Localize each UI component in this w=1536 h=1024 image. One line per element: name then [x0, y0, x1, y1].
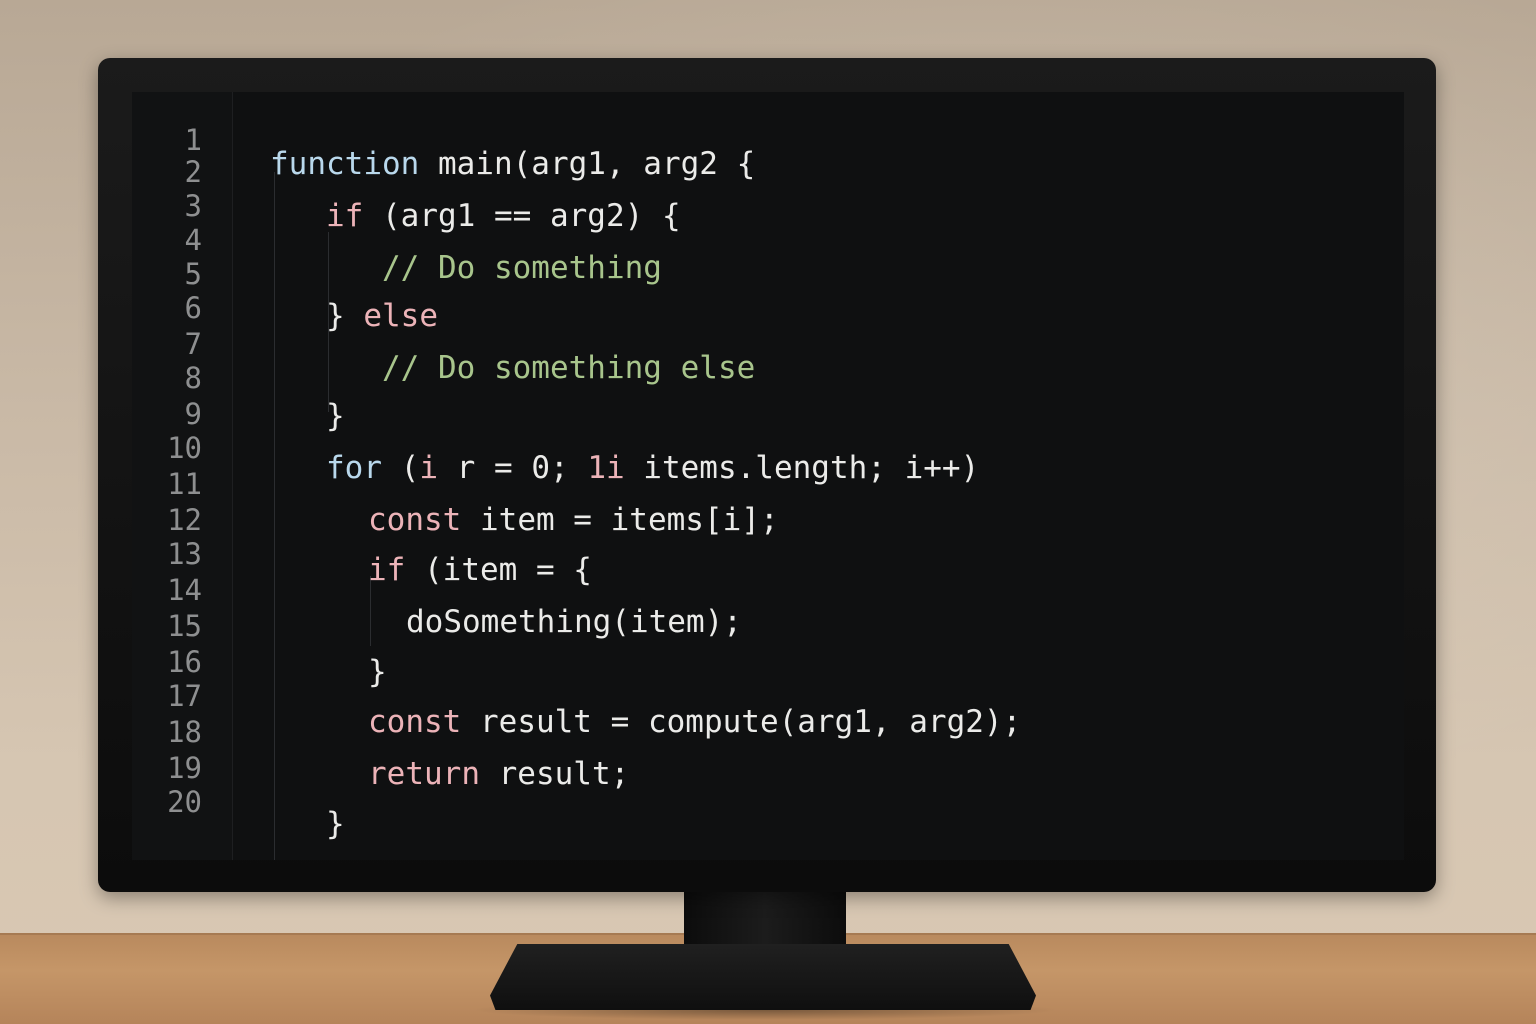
code-line[interactable]: if (arg1 == arg2) { [326, 196, 681, 236]
line-number: 6 [184, 291, 202, 325]
line-number: 12 [167, 503, 202, 537]
code-editor-screen[interactable]: 1 2 3 4 5 6 7 8 9 10 11 12 13 14 15 16 17 18 19 20 function… [132, 92, 1404, 860]
code-keyword: for [326, 450, 382, 486]
code-line[interactable]: // Do something else [382, 348, 755, 388]
code-comment: // Do something else [382, 350, 756, 386]
code-line[interactable]: } else [326, 296, 438, 336]
line-number: 8 [184, 361, 202, 395]
code-keyword: if [368, 552, 406, 588]
line-number: 2 [184, 155, 202, 189]
line-number: 17 [167, 679, 202, 713]
code-text: result = compute(arg1, arg2); [461, 704, 1022, 740]
line-number: 7 [184, 327, 202, 361]
line-number: 4 [184, 223, 202, 257]
code-line[interactable]: } [368, 652, 387, 692]
line-number: 20 [167, 785, 202, 819]
code-comment: // Do something [382, 250, 662, 286]
line-number: 18 [167, 715, 202, 749]
code-line[interactable]: function main(arg1, arg2 { [270, 144, 755, 184]
code-text: } [326, 398, 345, 434]
code-keyword: 1i [587, 450, 625, 486]
code-line[interactable]: const result = compute(arg1, arg2); [368, 702, 1021, 742]
line-number: 1 [184, 123, 202, 157]
code-text: (item = { [405, 552, 592, 588]
line-number: 10 [167, 431, 202, 465]
line-number: 16 [167, 645, 202, 679]
indent-guide-line [274, 172, 275, 860]
code-text: item = items[i]; [461, 502, 779, 538]
line-number: 15 [167, 609, 202, 643]
code-keyword: function [270, 146, 420, 182]
code-text: ( [382, 450, 420, 486]
monitor-stand-base [490, 944, 1036, 1010]
code-text: } [326, 298, 364, 334]
code-line[interactable]: } [326, 396, 345, 436]
monitor-bezel: 1 2 3 4 5 6 7 8 9 10 11 12 13 14 15 16 17 18 19 20 function… [98, 58, 1436, 892]
line-number: 9 [184, 397, 202, 431]
line-number: 3 [184, 189, 202, 223]
monitor-stand-neck [684, 888, 846, 952]
line-number: 13 [167, 537, 202, 571]
code-text: doSomething(item); [406, 604, 742, 640]
code-keyword: else [363, 298, 438, 334]
code-text: r = 0; [438, 450, 588, 486]
code-keyword: i [419, 450, 438, 486]
line-number: 14 [167, 573, 202, 607]
line-number: 5 [184, 257, 202, 291]
code-text: (arg1 == arg2) { [363, 198, 681, 234]
code-text: items.length; i++) [624, 450, 980, 486]
code-line[interactable]: const item = items[i]; [368, 500, 779, 540]
code-keyword: if [326, 198, 364, 234]
line-number: 19 [167, 751, 202, 785]
code-text: } [368, 654, 387, 690]
code-line[interactable]: for (i r = 0; 1i items.length; i++) [326, 448, 979, 488]
code-line[interactable]: if (item = { [368, 550, 592, 590]
code-keyword: const [368, 704, 462, 740]
code-line[interactable]: doSomething(item); [406, 602, 742, 642]
code-text: main(arg1, arg2 { [419, 146, 756, 182]
code-line[interactable]: // Do something [382, 248, 662, 288]
code-keyword: return [368, 756, 480, 792]
code-text: result; [479, 756, 630, 792]
code-keyword: const [368, 502, 462, 538]
code-line[interactable]: return result; [368, 754, 629, 794]
line-number-gutter: 1 2 3 4 5 6 7 8 9 10 11 12 13 14 15 16 17 18 19 20 [132, 92, 233, 860]
code-text: } [326, 806, 345, 842]
code-line[interactable]: } [326, 804, 345, 844]
line-number: 11 [167, 467, 202, 501]
